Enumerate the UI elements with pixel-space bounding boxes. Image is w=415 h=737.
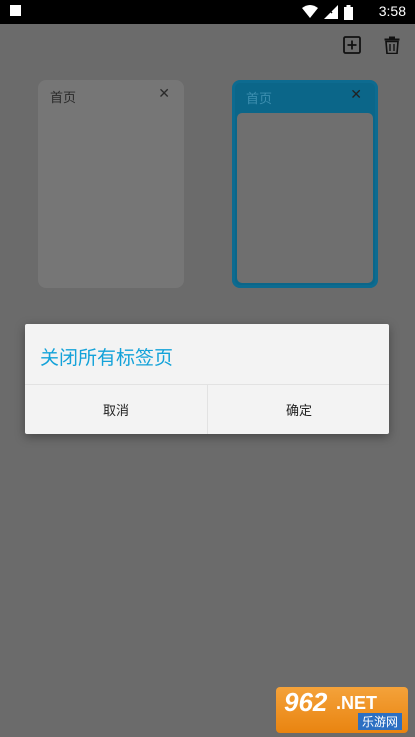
status-time: 3:58 [378, 3, 406, 19]
status-bar: 3:58 [0, 0, 415, 24]
watermark-suffix: .NET [336, 693, 378, 713]
tab-title: 首页 [246, 92, 273, 107]
cancel-button[interactable]: 取消 [25, 385, 207, 434]
wifi-icon [302, 5, 318, 18]
signal-icon [324, 5, 338, 19]
add-tab-button[interactable] [341, 34, 363, 56]
notification-icon [10, 5, 21, 16]
watermark-number: 962 [284, 687, 328, 717]
dialog-title: 关闭所有标签页 [40, 347, 174, 369]
tab-preview[interactable] [237, 113, 373, 283]
delete-all-button[interactable] [381, 34, 403, 56]
confirm-button[interactable]: 确定 [207, 385, 390, 434]
watermark-site: 乐游网 [357, 713, 402, 730]
tab-title: 首页 [50, 91, 77, 106]
close-all-dialog: 关闭所有标签页 取消 确定 [25, 324, 389, 434]
close-tab-icon[interactable]: ✕ [158, 86, 170, 102]
battery-icon [344, 4, 353, 20]
status-icons [302, 4, 353, 20]
close-tab-icon[interactable]: ✕ [350, 87, 362, 103]
tab-card-active[interactable]: 首页 ✕ [232, 80, 378, 288]
trash-icon [384, 36, 400, 54]
tab-card[interactable]: 首页 ✕ [38, 80, 184, 288]
add-box-icon [343, 36, 361, 54]
watermark-logo: 962 .NET 乐游网 [276, 687, 408, 733]
